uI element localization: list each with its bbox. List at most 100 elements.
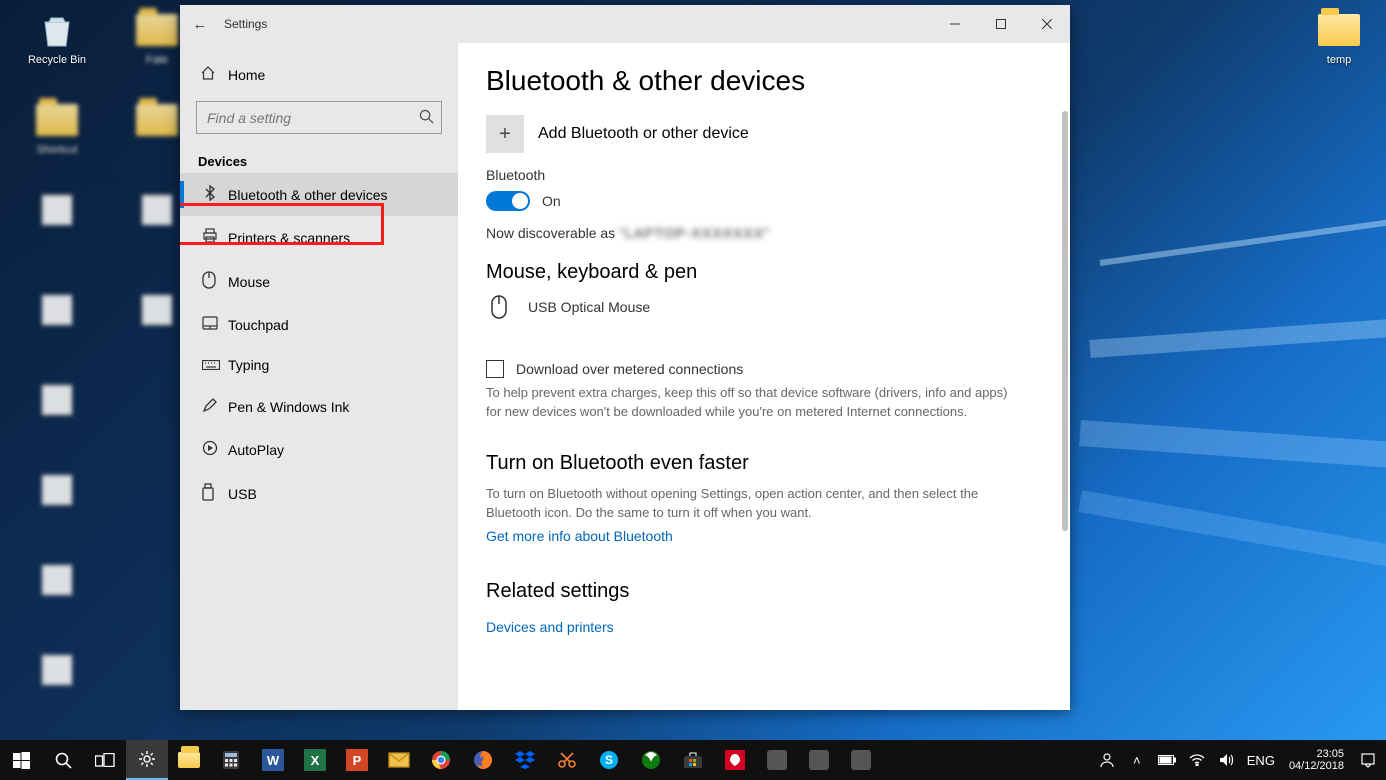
nav-label: Typing — [228, 357, 269, 373]
desktop-icon-item[interactable] — [18, 648, 96, 694]
nav-group-label: Devices — [180, 146, 458, 173]
nav-item-printer[interactable]: Printers & scanners — [180, 216, 458, 259]
home-link[interactable]: Home — [180, 55, 458, 95]
related-link[interactable]: Devices and printers — [486, 619, 614, 635]
home-label: Home — [228, 67, 265, 83]
desktop-icon-item[interactable] — [18, 378, 96, 424]
checkbox-icon — [486, 360, 504, 378]
nav-item-bt[interactable]: Bluetooth & other devices — [180, 173, 458, 216]
section-faster: Turn on Bluetooth even faster — [486, 452, 1042, 475]
add-device-button[interactable]: + Add Bluetooth or other device — [486, 115, 1042, 153]
back-button[interactable]: ← — [180, 16, 220, 33]
taskbar-task-view[interactable] — [84, 740, 126, 780]
touchpad-icon — [202, 316, 228, 333]
taskbar-xbox[interactable] — [630, 740, 672, 780]
taskbar-search[interactable] — [42, 740, 84, 780]
clock[interactable]: 23:05 04/12/2018 — [1281, 748, 1352, 772]
autoplay-icon — [202, 440, 228, 459]
people-icon[interactable] — [1093, 740, 1121, 780]
nav-item-usb[interactable]: USB — [180, 471, 458, 516]
nav-label: USB — [228, 486, 257, 502]
search-input[interactable] — [196, 101, 442, 134]
taskbar-powerpoint[interactable]: P — [336, 740, 378, 780]
bluetooth-state: On — [542, 193, 561, 209]
desktop-icon-item[interactable] — [18, 188, 96, 234]
desktop-icon-item[interactable] — [18, 288, 96, 334]
desktop-icon-item[interactable] — [18, 558, 96, 604]
svg-text:S: S — [605, 753, 613, 767]
faster-help: To turn on Bluetooth without opening Set… — [486, 485, 1026, 523]
device-item[interactable]: USB Optical Mouse — [486, 294, 1042, 320]
plus-icon: + — [486, 115, 524, 153]
usb-icon — [202, 483, 228, 504]
content-pane: Bluetooth & other devices + Add Bluetoot… — [458, 43, 1070, 710]
metered-label: Download over metered connections — [516, 361, 743, 377]
taskbar: WXP S ˄ ENG 23:05 04/12/2018 — [0, 740, 1386, 780]
maximize-button[interactable] — [978, 5, 1024, 43]
titlebar: ← Settings — [180, 5, 1070, 43]
nav-label: AutoPlay — [228, 442, 284, 458]
minimize-button[interactable] — [932, 5, 978, 43]
nav-label: Bluetooth & other devices — [228, 187, 388, 203]
section-devices: Mouse, keyboard & pen — [486, 261, 1042, 284]
settings-window: ← Settings Home Dev — [180, 5, 1070, 710]
nav-item-mouse[interactable]: Mouse — [180, 259, 458, 304]
mouse-icon — [202, 271, 228, 292]
taskbar-snip[interactable] — [546, 740, 588, 780]
typing-icon — [202, 357, 228, 373]
nav-label: Printers & scanners — [228, 230, 350, 246]
taskbar-outlook[interactable] — [378, 740, 420, 780]
taskbar-app2[interactable] — [798, 740, 840, 780]
section-related: Related settings — [486, 580, 1042, 603]
nav-label: Pen & Windows Ink — [228, 399, 349, 415]
bluetooth-toggle[interactable] — [486, 191, 530, 211]
taskbar-chrome[interactable] — [420, 740, 462, 780]
sound-icon[interactable] — [1213, 740, 1241, 780]
bluetooth-label: Bluetooth — [486, 167, 1042, 183]
nav-item-touchpad[interactable]: Touchpad — [180, 304, 458, 345]
nav-label: Mouse — [228, 274, 270, 290]
wifi-icon[interactable] — [1183, 740, 1211, 780]
nav-item-autoplay[interactable]: AutoPlay — [180, 428, 458, 471]
battery-icon[interactable] — [1153, 740, 1181, 780]
faster-link[interactable]: Get more info about Bluetooth — [486, 528, 673, 544]
notifications-icon[interactable] — [1354, 740, 1382, 780]
scrollbar[interactable] — [1060, 43, 1070, 710]
taskbar-word[interactable]: W — [252, 740, 294, 780]
metered-help: To help prevent extra charges, keep this… — [486, 384, 1026, 422]
bt-icon — [202, 185, 228, 204]
system-tray: ˄ ENG 23:05 04/12/2018 — [1093, 740, 1386, 780]
discoverable-label: Now discoverable as — [486, 225, 615, 241]
nav-item-typing[interactable]: Typing — [180, 345, 458, 385]
page-title: Bluetooth & other devices — [486, 65, 1042, 97]
taskbar-calculator[interactable] — [210, 740, 252, 780]
taskbar-settings[interactable] — [126, 740, 168, 780]
nav-label: Touchpad — [228, 317, 289, 333]
add-device-label: Add Bluetooth or other device — [538, 125, 749, 143]
mouse-icon — [486, 294, 512, 320]
clock-date: 04/12/2018 — [1289, 760, 1344, 772]
tray-chevron-icon[interactable]: ˄ — [1123, 740, 1151, 780]
taskbar-app1[interactable] — [756, 740, 798, 780]
close-button[interactable] — [1024, 5, 1070, 43]
taskbar-app3[interactable] — [840, 740, 882, 780]
pen-icon — [202, 397, 228, 416]
taskbar-start[interactable] — [0, 740, 42, 780]
metered-checkbox-row[interactable]: Download over metered connections — [486, 360, 1042, 378]
printer-icon — [202, 228, 228, 247]
desktop-icon-recycle-bin[interactable]: Recycle Bin — [18, 8, 96, 67]
desktop-icon-item[interactable] — [18, 468, 96, 514]
desktop-icon-shortcut[interactable]: Shortcut — [18, 98, 96, 157]
taskbar-store[interactable] — [672, 740, 714, 780]
taskbar-skype[interactable]: S — [588, 740, 630, 780]
taskbar-firefox[interactable] — [462, 740, 504, 780]
nav-item-pen[interactable]: Pen & Windows Ink — [180, 385, 458, 428]
taskbar-excel[interactable]: X — [294, 740, 336, 780]
desktop-icon-temp[interactable]: temp — [1300, 8, 1378, 67]
taskbar-avira[interactable] — [714, 740, 756, 780]
sidebar: Home Devices Bluetooth & other devices Pr… — [180, 43, 458, 710]
clock-time: 23:05 — [1316, 748, 1344, 760]
language-indicator[interactable]: ENG — [1243, 740, 1279, 780]
taskbar-dropbox[interactable] — [504, 740, 546, 780]
taskbar-explorer[interactable] — [168, 740, 210, 780]
